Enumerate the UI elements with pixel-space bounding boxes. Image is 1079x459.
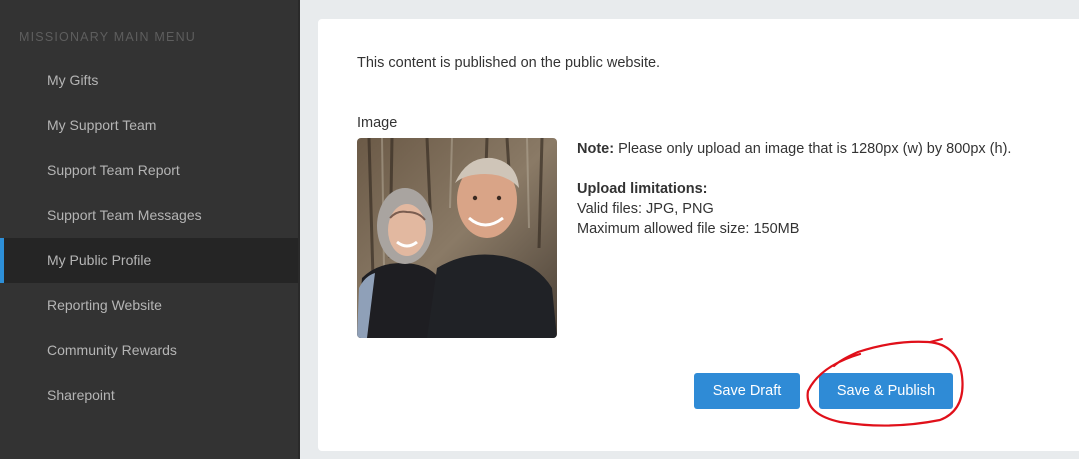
max-size-text: Maximum allowed file size: 150MB (577, 221, 800, 237)
sidebar-item-community-rewards[interactable]: Community Rewards (0, 328, 298, 373)
image-label: Image (357, 115, 398, 131)
sidebar-item-my-support-team[interactable]: My Support Team (0, 103, 298, 148)
sidebar-item-my-gifts[interactable]: My Gifts (0, 58, 298, 103)
save-draft-button[interactable]: Save Draft (694, 373, 800, 409)
sidebar-item-support-team-messages[interactable]: Support Team Messages (0, 193, 298, 238)
upload-info: Note: Please only upload an image that i… (577, 139, 1077, 239)
note-text: Please only upload an image that is 1280… (618, 141, 1012, 157)
sidebar-item-support-team-report[interactable]: Support Team Report (0, 148, 298, 193)
sidebar: MISSIONARY MAIN MENU My Gifts My Support… (0, 0, 300, 459)
profile-photo[interactable] (357, 138, 557, 338)
profile-panel: This content is published on the public … (318, 19, 1079, 451)
sidebar-item-reporting-website[interactable]: Reporting Website (0, 283, 298, 328)
menu-heading: MISSIONARY MAIN MENU (19, 30, 197, 44)
note-label: Note: (577, 141, 615, 157)
limits-heading: Upload limitations: (577, 181, 708, 197)
intro-text: This content is published on the public … (357, 55, 661, 71)
valid-files-text: Valid files: JPG, PNG (577, 201, 714, 217)
sidebar-item-my-public-profile[interactable]: My Public Profile (0, 238, 298, 283)
save-publish-button[interactable]: Save & Publish (819, 373, 953, 409)
sidebar-item-sharepoint[interactable]: Sharepoint (0, 373, 298, 418)
